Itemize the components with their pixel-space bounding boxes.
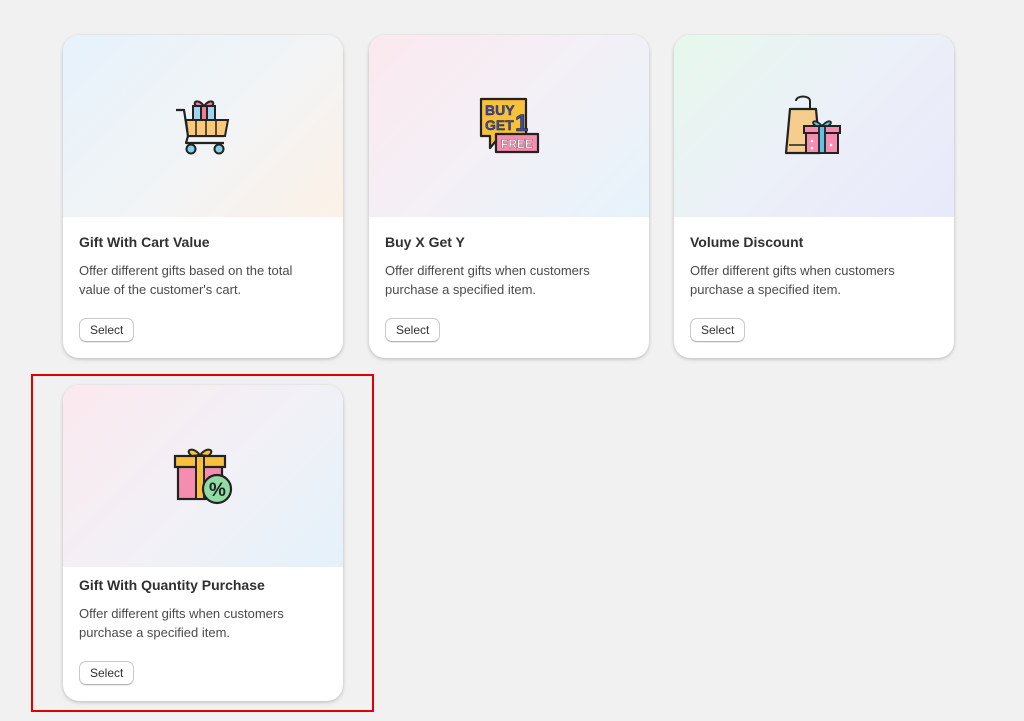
card-buy-x-get-y: BUY GET 1 FREE Buy X Get Y Offer differe… [369,35,649,358]
page: Gift With Cart Value Offer different gif… [0,0,1024,721]
card-volume-discount: Volume Discount Offer different gifts wh… [674,35,954,358]
card-description: Offer different gifts based on the total… [79,263,293,297]
gift-percent-icon: % [173,448,233,505]
shopping-bag-gift-icon [784,95,841,155]
percent-symbol: % [209,480,226,501]
card-description: Offer different gifts when customers pur… [79,606,284,640]
buy-get-free-icon: BUY GET 1 FREE [479,97,540,154]
card-banner [674,35,954,217]
card-body: Buy X Get Y Offer different gifts when c… [369,217,649,358]
buy-text: BUY [485,102,515,118]
free-text: FREE [501,137,533,151]
card-title: Volume Discount [690,234,804,250]
get-text: GET [485,117,514,133]
card-gift-with-quantity-purchase: % Gift With Quantity Purchase Offer diff… [63,385,343,701]
card-title: Gift With Quantity Purchase [79,577,265,593]
cart-gift-icon [176,100,230,155]
select-button[interactable]: Select [79,318,135,342]
card-banner: BUY GET 1 FREE [369,35,649,217]
card-banner [63,35,343,217]
card-body: Gift With Quantity Purchase Offer differ… [63,567,343,701]
select-button[interactable]: Select [385,318,441,342]
card-description: Offer different gifts when customers pur… [385,263,590,297]
card-body: Gift With Cart Value Offer different gif… [63,217,343,358]
card-description: Offer different gifts when customers pur… [690,263,895,297]
select-button[interactable]: Select [690,318,746,342]
card-title: Buy X Get Y [385,234,465,250]
card-banner: % [63,385,343,567]
card-gift-with-cart-value: Gift With Cart Value Offer different gif… [63,35,343,358]
card-title: Gift With Cart Value [79,234,210,250]
select-button[interactable]: Select [79,661,135,685]
card-body: Volume Discount Offer different gifts wh… [674,217,954,358]
